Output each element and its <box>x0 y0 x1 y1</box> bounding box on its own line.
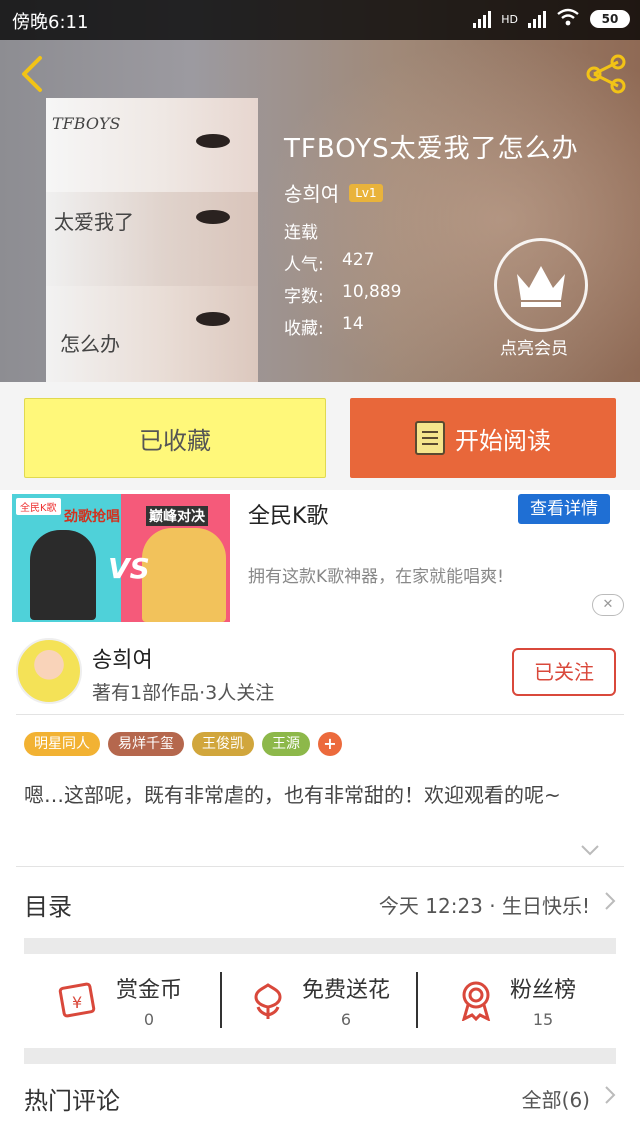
reward-coins-button[interactable]: ¥ 赏金币 0 <box>58 968 182 1032</box>
author-name: 송희여 <box>284 182 340 206</box>
ad-banner[interactable]: 全民K歌 劲歌抢唱 巅峰对决 VS 全民K歌 查看详情 拥有这款K歌神器，在家就… <box>0 490 640 630</box>
section-separator <box>24 938 616 954</box>
divider <box>220 972 222 1028</box>
medal-icon <box>461 981 491 1021</box>
avatar[interactable] <box>16 638 82 704</box>
add-tag-button[interactable]: + <box>318 732 342 756</box>
divider <box>16 714 624 715</box>
wifi-icon <box>556 8 580 30</box>
fans-label: 粉丝榜 <box>510 977 577 1003</box>
chevron-right-icon <box>604 1085 616 1111</box>
ad-image[interactable]: 全民K歌 劲歌抢唱 巅峰对决 VS <box>12 494 230 622</box>
ad-image-vs: VS <box>108 552 150 585</box>
ad-image-logo: 全民K歌 <box>16 498 61 515</box>
catalog-row[interactable]: 目录 今天 12:23 · 生日快乐! <box>24 874 616 934</box>
cover-text-3: 怎么办 <box>60 332 120 356</box>
tag[interactable]: 王源 <box>262 732 310 756</box>
all-comments-label: 全部(6) <box>521 1087 590 1112</box>
book-status: 连载 <box>284 223 318 243</box>
start-reading-label: 开始阅读 <box>455 426 551 455</box>
divider <box>416 972 418 1028</box>
chevron-right-icon <box>604 891 616 917</box>
author-section: 송희여 著有1部作品·3人关注 已关注 明星同人 易烊千玺 王俊凯 王源 + 嗯… <box>0 630 640 1138</box>
reward-value: 0 <box>143 1009 155 1029</box>
expand-icon[interactable] <box>580 840 600 861</box>
cover-text-2: 太爱我了 <box>54 210 134 234</box>
start-reading-button[interactable]: 开始阅读 <box>350 398 616 478</box>
vip-label: 点亮会员 <box>500 339 568 359</box>
popularity-value: 427 <box>342 250 375 270</box>
red-envelope-icon: ¥ <box>58 982 96 1018</box>
author-card-info: 著有1部作品·3人关注 <box>92 682 275 704</box>
divider <box>16 866 624 867</box>
book-icon <box>415 421 445 455</box>
ad-close-button[interactable]: ✕ <box>592 594 624 616</box>
fans-value: 15 <box>532 1009 554 1029</box>
favorites-label: 收藏: <box>284 319 324 339</box>
book-intro: 嗯…这部呢，既有非常虐的，也有非常甜的！欢迎观看的呢~ <box>24 783 561 807</box>
flowers-label: 免费送花 <box>302 977 391 1003</box>
crown-icon <box>517 266 565 307</box>
back-icon <box>22 56 42 92</box>
tag[interactable]: 王俊凯 <box>192 732 254 756</box>
flower-icon <box>254 983 282 1019</box>
ad-title: 全民K歌 <box>248 504 329 529</box>
popularity-label: 人气: <box>284 255 324 275</box>
favorites-value: 14 <box>342 314 364 334</box>
book-cover[interactable]: TFBOYS 太爱我了 怎么办 <box>46 98 258 382</box>
stats-row: ¥ 赏金币 0 免费送花 6 粉丝榜 15 <box>24 968 616 1032</box>
ad-person-left <box>30 530 96 620</box>
ad-image-text-1: 劲歌抢唱 <box>64 509 120 525</box>
hot-comments-label: 热门评论 <box>24 1086 120 1115</box>
share-button[interactable] <box>582 50 630 98</box>
section-separator <box>24 1048 616 1064</box>
level-badge: Lv1 <box>349 183 383 202</box>
favorited-label: 已收藏 <box>139 426 211 455</box>
words-label: 字数: <box>284 287 324 307</box>
tag[interactable]: 易烊千玺 <box>108 732 184 756</box>
words-row: 字数: 10,889 <box>284 282 401 307</box>
follow-button[interactable]: 已关注 <box>512 648 616 696</box>
book-header: 傍晚6:11 HD 50 TFBOYS 太爱我了 怎么办 TFBOYS太爱我了怎… <box>0 0 640 382</box>
signal-icon-2 <box>528 10 546 28</box>
cover-eye <box>196 312 230 326</box>
battery-icon: 50 <box>590 10 630 28</box>
reward-label: 赏金币 <box>116 977 183 1003</box>
cover-eye <box>196 210 230 224</box>
catalog-label: 目录 <box>24 892 72 921</box>
send-flowers-button[interactable]: 免费送花 6 <box>248 968 390 1032</box>
flowers-value: 6 <box>340 1009 352 1029</box>
ad-person-right <box>142 528 226 622</box>
author-card-name[interactable]: 송희여 <box>92 642 153 674</box>
ad-description: 拥有这款K歌神器，在家就能唱爽! <box>248 567 504 587</box>
cover-eye <box>196 134 230 148</box>
back-button[interactable] <box>8 50 56 98</box>
cover-text-1: TFBOYS <box>52 114 121 133</box>
status-time: 傍晚6:11 <box>12 12 89 33</box>
tag-list: 明星同人 易烊千玺 王俊凯 王源 + <box>24 732 342 756</box>
ad-image-text-2: 巅峰对决 <box>146 506 208 526</box>
tag[interactable]: 明星同人 <box>24 732 100 756</box>
words-value: 10,889 <box>342 282 402 302</box>
catalog-latest: 今天 12:23 · 生日快乐! <box>378 893 590 918</box>
book-author[interactable]: 송희여 Lv1 <box>284 178 383 207</box>
ad-detail-button[interactable]: 查看详情 <box>518 494 610 524</box>
favorites-row: 收藏: 14 <box>284 314 364 339</box>
network-label: HD <box>501 12 518 26</box>
popularity-row: 人气: 427 <box>284 250 374 275</box>
hot-comments-row[interactable]: 热门评论 全部(6) <box>24 1068 616 1128</box>
svg-text:¥: ¥ <box>72 993 82 1012</box>
book-title: TFBOYS太爱我了怎么办 <box>284 134 579 164</box>
status-bar: 傍晚6:11 HD 50 <box>0 0 640 40</box>
signal-icon <box>473 10 492 28</box>
vip-button[interactable] <box>494 238 588 332</box>
fans-ranking-button[interactable]: 粉丝榜 15 <box>456 968 576 1032</box>
share-icon <box>586 54 626 94</box>
favorited-button[interactable]: 已收藏 <box>24 398 326 478</box>
